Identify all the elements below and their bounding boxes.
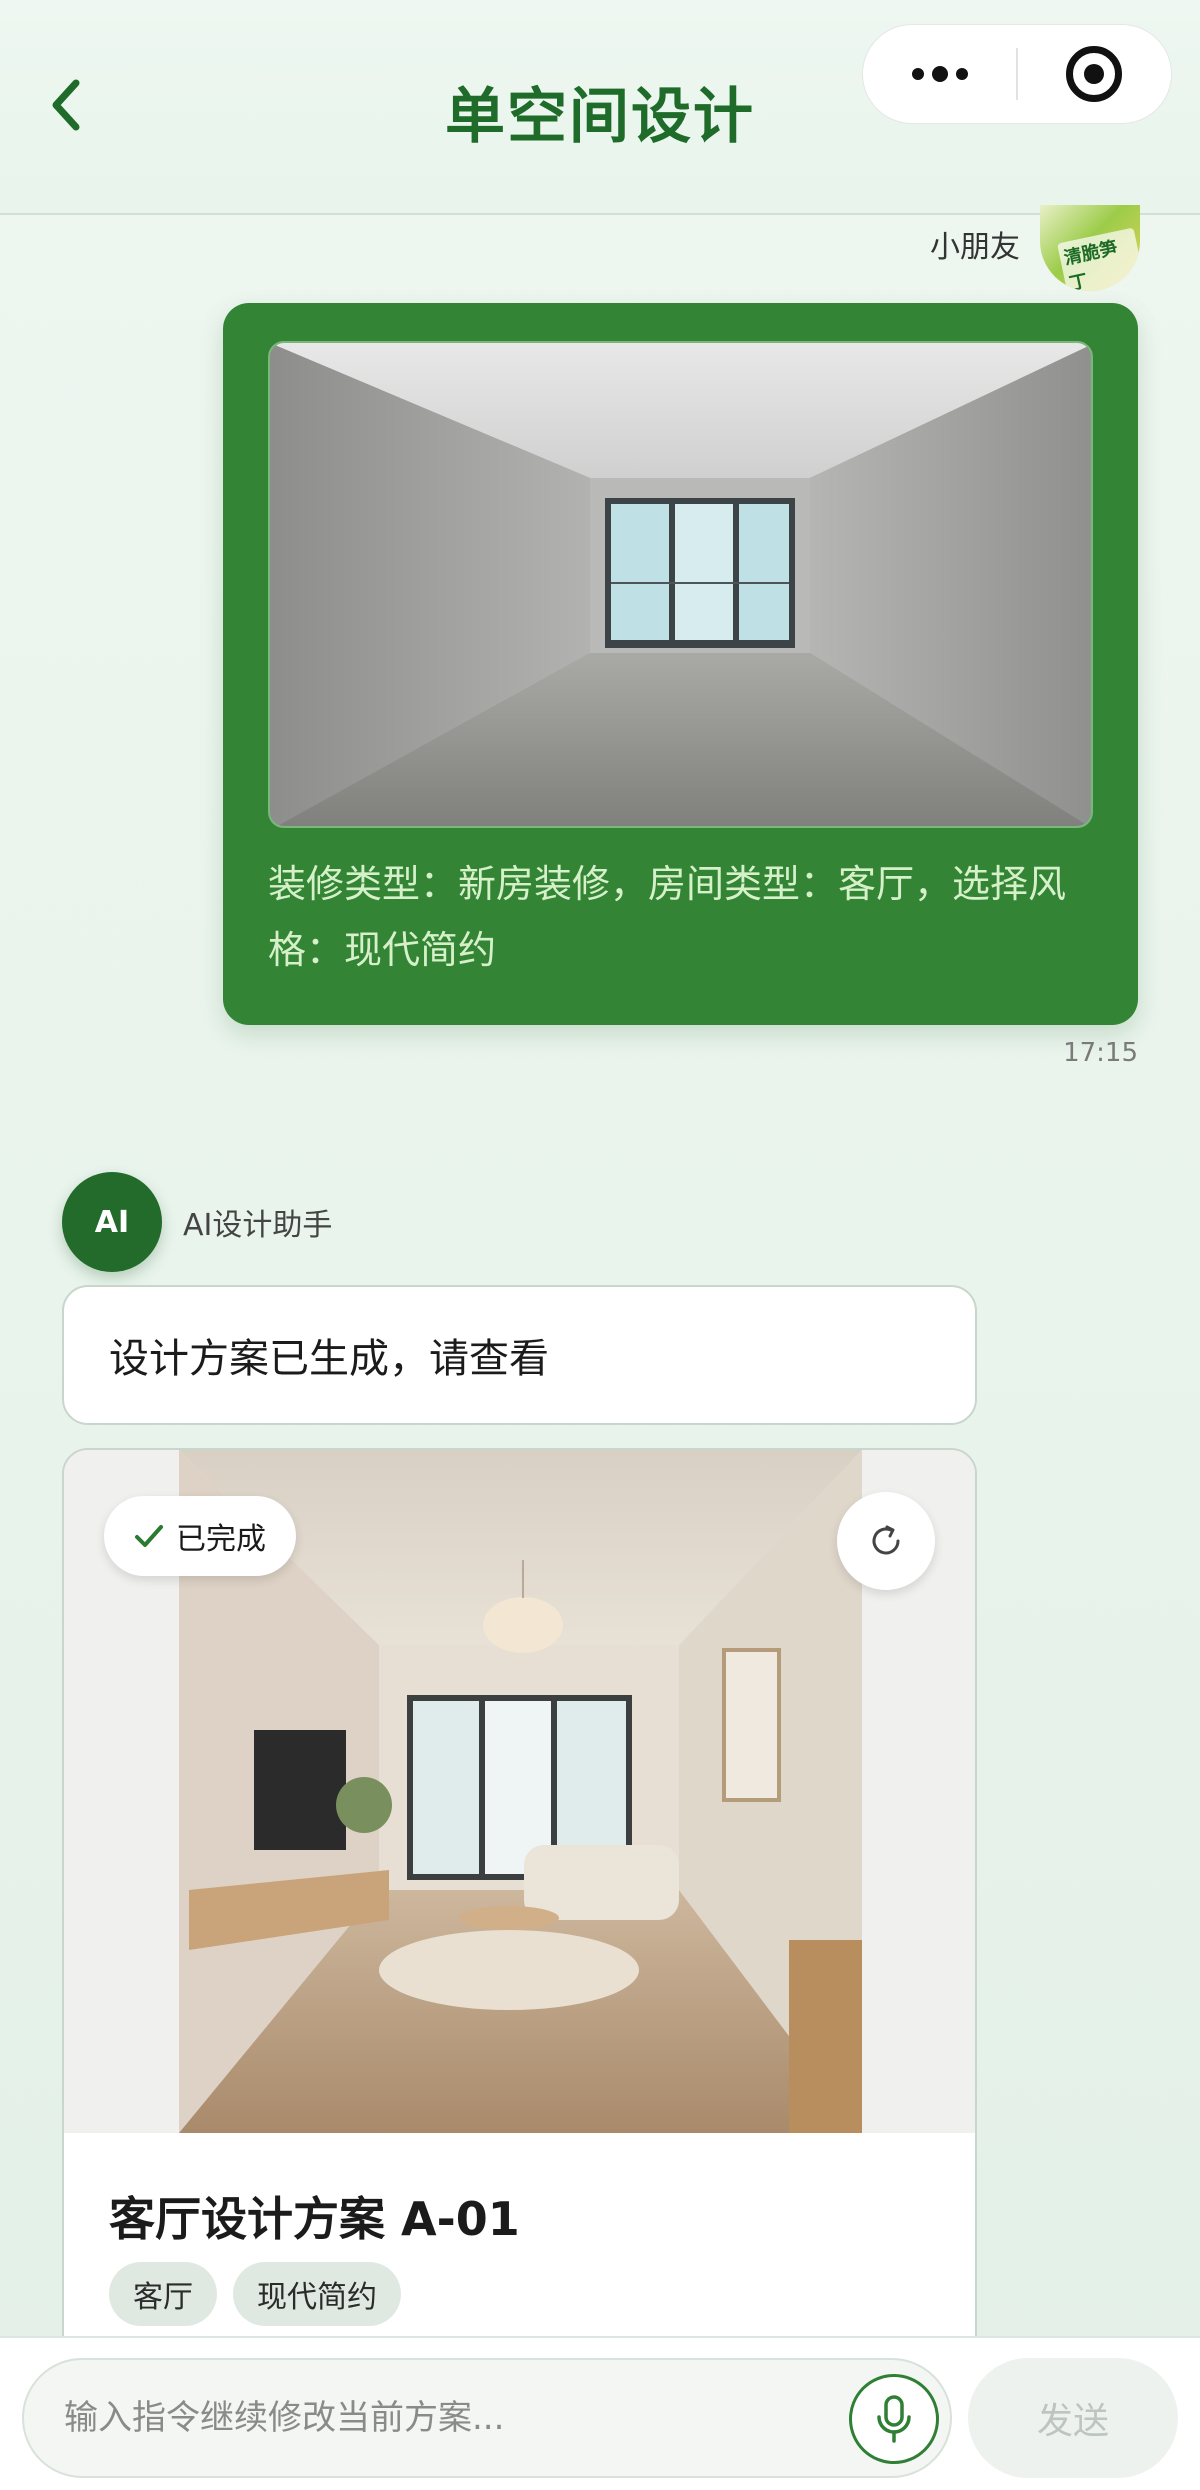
status-text: 已完成 [176, 1522, 266, 1557]
design-card-title: 客厅设计方案 A-01 [109, 2192, 520, 2246]
card-image-area: 已完成 [64, 1450, 975, 2133]
design-result-card[interactable]: 已完成 客厅设计方案 A-01 客厅 现代简约 [62, 1448, 977, 2490]
input-bar: 发送 [0, 2336, 1200, 2490]
message-timestamp: 17:15 [1063, 1038, 1138, 1068]
user-message-bubble: 装修类型：新房装修，房间类型：客厅，选择风格：现代简约 [223, 303, 1138, 1025]
check-icon [135, 1525, 163, 1547]
command-input[interactable] [64, 2360, 834, 2476]
send-button[interactable]: 发送 [968, 2358, 1178, 2478]
refresh-icon [872, 1525, 900, 1555]
ai-message-bubble: 设计方案已生成，请查看 [62, 1285, 977, 1425]
tag-style: 现代简约 [233, 2262, 401, 2326]
ai-message-text: 设计方案已生成，请查看 [109, 1336, 549, 1382]
header-bar: 单空间设计 [0, 0, 1200, 215]
input-box [22, 2358, 952, 2478]
mini-program-capsule [862, 24, 1172, 124]
refresh-button[interactable] [837, 1492, 935, 1590]
more-button[interactable] [863, 25, 1016, 123]
close-button[interactable] [1018, 25, 1171, 123]
target-circle-icon [1066, 46, 1123, 102]
user-name: 小朋友 [930, 230, 1020, 265]
microphone-icon [877, 2395, 911, 2443]
user-avatar[interactable]: 清脆笋丁 [1040, 205, 1140, 291]
avatar-label: 清脆笋丁 [1057, 227, 1140, 291]
voice-button[interactable] [849, 2374, 939, 2464]
tag-room: 客厅 [109, 2262, 217, 2326]
ai-name: AI设计助手 [183, 1208, 333, 1243]
ai-avatar[interactable]: AI [62, 1172, 162, 1272]
status-badge: 已完成 [104, 1496, 296, 1576]
empty-room-photo[interactable] [268, 341, 1093, 828]
user-message-text: 装修类型：新房装修，房间类型：客厅，选择风格：现代简约 [268, 862, 1067, 972]
more-dots-icon [911, 66, 968, 82]
tag-list: 客厅 现代简约 [109, 2262, 401, 2326]
